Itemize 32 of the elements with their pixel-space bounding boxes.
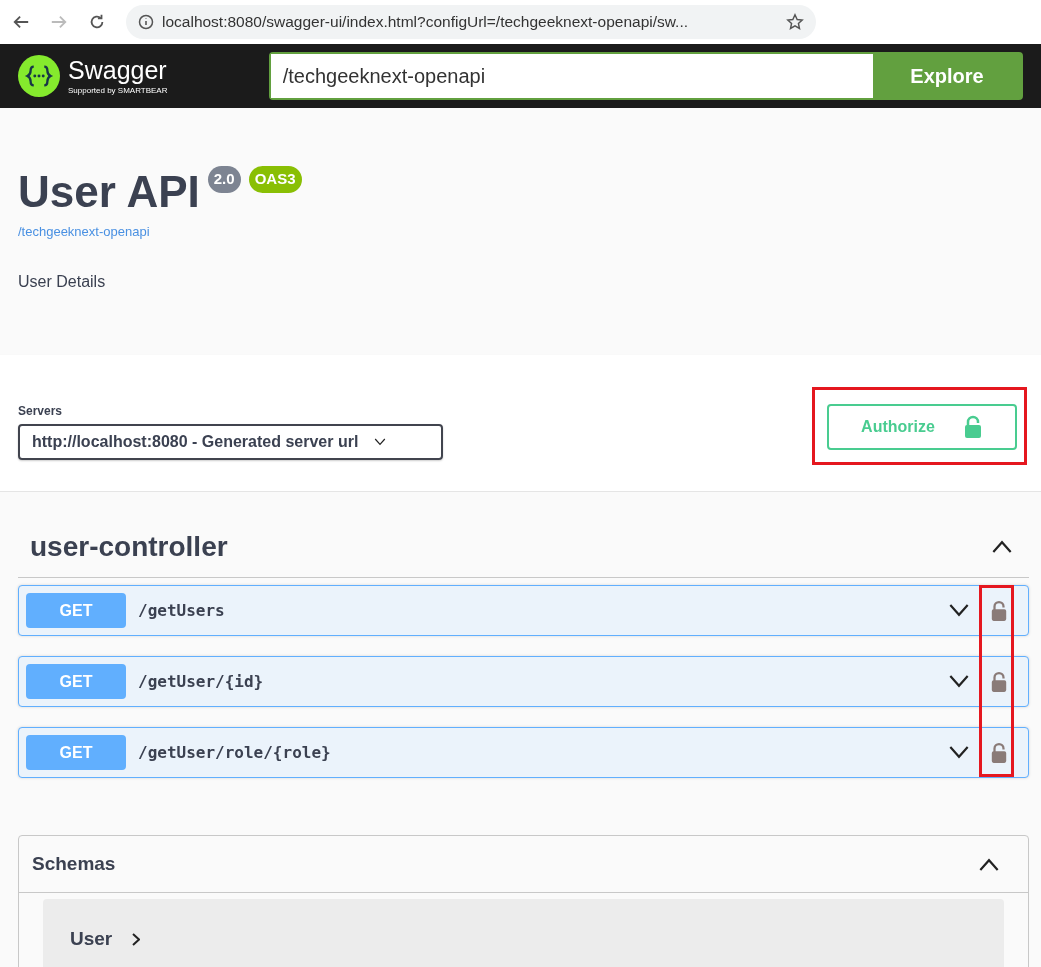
schema-item[interactable]: User bbox=[43, 899, 1004, 967]
info-icon bbox=[138, 14, 154, 30]
url-text: localhost:8080/swagger-ui/index.html?configUrl=/techgeeknext-openapi/sw... bbox=[162, 12, 689, 33]
schemas-header[interactable]: Schemas bbox=[19, 836, 1028, 893]
operation-path: /getUser/role/{role} bbox=[138, 741, 331, 764]
swagger-logo-icon bbox=[18, 55, 60, 97]
method-badge: GET bbox=[26, 593, 126, 628]
servers-label: Servers bbox=[18, 403, 64, 420]
dropdown-caret-icon bbox=[374, 438, 387, 446]
unlocked-padlock-icon bbox=[990, 599, 1008, 622]
version-badge: OAS3 bbox=[248, 166, 302, 193]
tag-header[interactable]: user-controller bbox=[18, 492, 1029, 578]
operation-row[interactable]: GET /getUser/role/{role} bbox=[18, 727, 1029, 778]
operation-row[interactable]: GET /getUsers bbox=[18, 585, 1029, 636]
operation-row[interactable]: GET /getUser/{id} bbox=[18, 656, 1029, 707]
method-badge: GET bbox=[26, 735, 126, 770]
back-arrow-icon[interactable] bbox=[12, 13, 30, 31]
api-description: User Details bbox=[18, 271, 107, 292]
reload-icon[interactable] bbox=[88, 13, 106, 31]
logo-subtext: Supported by SMARTBEAR bbox=[68, 86, 168, 95]
address-bar[interactable]: localhost:8080/swagger-ui/index.html?configUrl=/techgeeknext-openapi/sw... bbox=[126, 5, 816, 39]
api-title: User API bbox=[18, 170, 200, 214]
unlocked-padlock-icon bbox=[990, 670, 1008, 693]
star-icon[interactable] bbox=[786, 13, 804, 31]
logo-text: Swagger bbox=[68, 57, 168, 83]
operation-path: /getUser/{id} bbox=[138, 670, 264, 693]
operation-path: /getUsers bbox=[138, 599, 225, 622]
unlocked-padlock-icon bbox=[962, 415, 983, 439]
method-badge: GET bbox=[26, 664, 126, 699]
version-badge: 2.0 bbox=[207, 166, 241, 193]
server-select[interactable]: http://localhost:8080 - Generated server url bbox=[18, 424, 443, 460]
unlocked-padlock-icon bbox=[990, 741, 1008, 764]
